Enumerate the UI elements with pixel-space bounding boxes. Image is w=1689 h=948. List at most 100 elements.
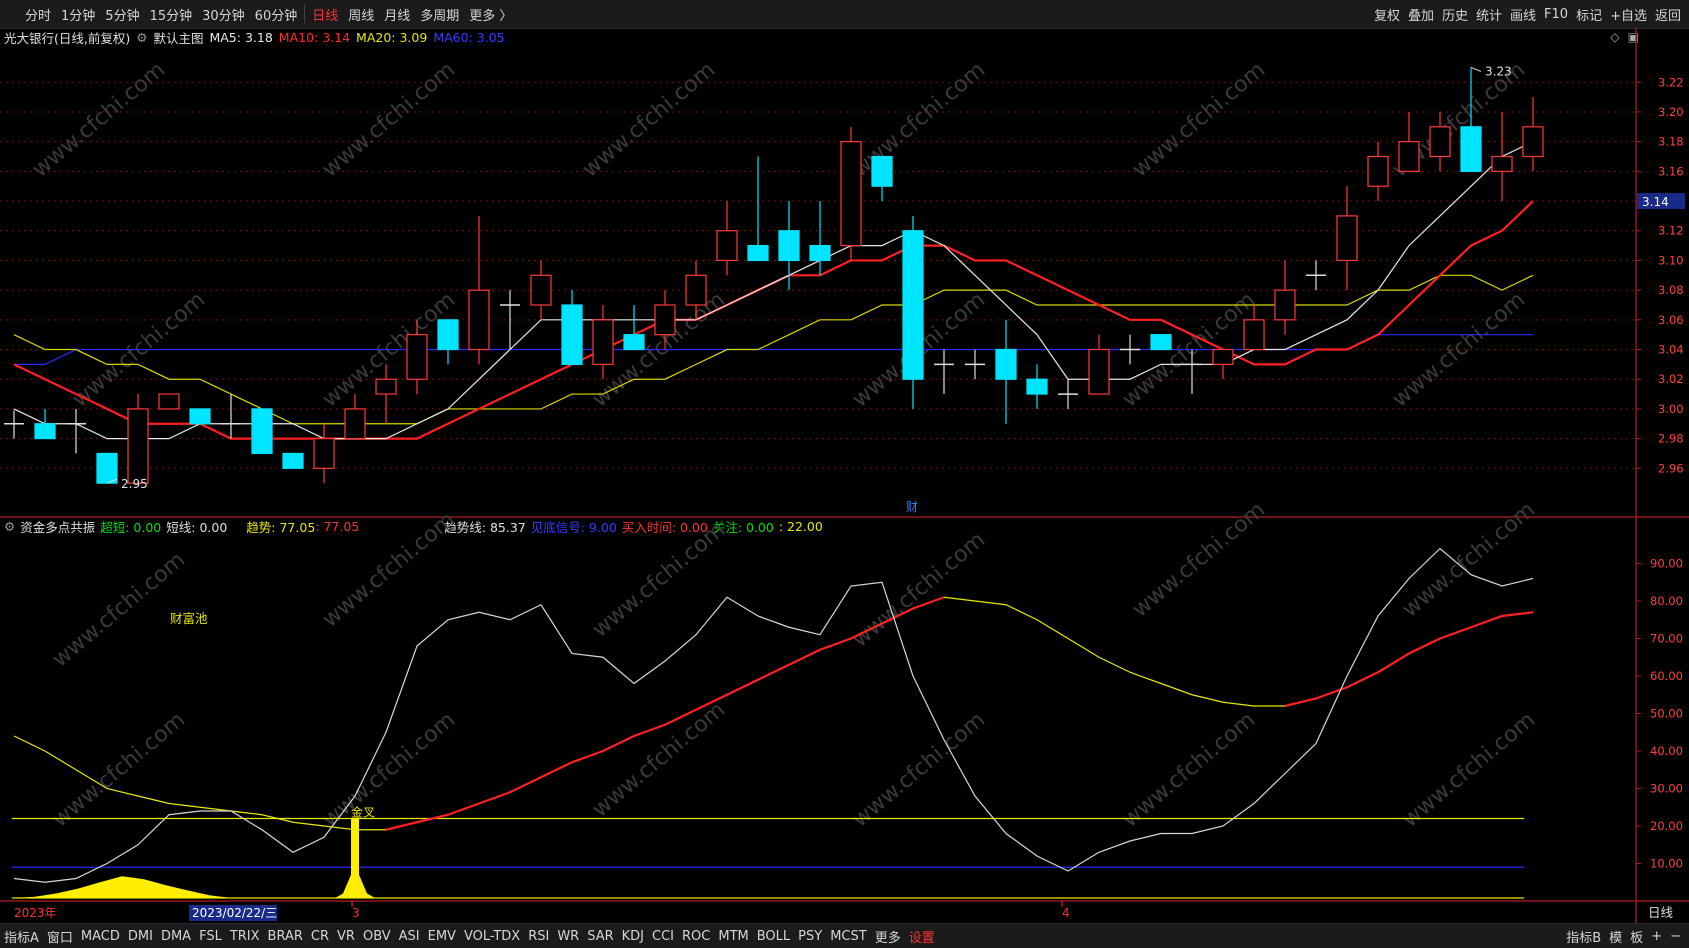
candle[interactable]: [96, 452, 118, 484]
indicator-tab[interactable]: EMV: [424, 929, 460, 944]
candle[interactable]: [902, 215, 924, 409]
candle[interactable]: [251, 408, 273, 455]
candle[interactable]: [561, 290, 583, 365]
period-tab[interactable]: 日线: [307, 5, 343, 24]
candle[interactable]: [965, 349, 985, 380]
candle-body: [1026, 378, 1048, 395]
toolbar-button[interactable]: 统计: [1472, 5, 1506, 24]
candle[interactable]: [1088, 334, 1110, 395]
bottom-button[interactable]: 指标B: [1562, 927, 1605, 946]
candle[interactable]: [1150, 334, 1172, 351]
period-tab[interactable]: 60分钟: [250, 5, 303, 24]
candle[interactable]: [1336, 186, 1358, 291]
candle[interactable]: [1120, 334, 1140, 365]
candle[interactable]: [530, 260, 552, 320]
candle[interactable]: [1058, 379, 1078, 409]
candle[interactable]: [158, 393, 180, 410]
candle[interactable]: [4, 410, 24, 439]
candle[interactable]: [716, 201, 738, 276]
candle[interactable]: [221, 394, 241, 439]
period-tab[interactable]: 月线: [379, 5, 415, 24]
chart-canvas[interactable]: www.cfchi.com www.cfchi.com www.cfchi.com w…: [0, 28, 1689, 923]
period-tab[interactable]: 分时: [20, 5, 56, 24]
indicator-tab[interactable]: ASI: [395, 929, 424, 944]
indicator-tab[interactable]: BRAR: [264, 929, 307, 944]
period-tab[interactable]: 更多 〉: [464, 5, 517, 24]
indicator-tab[interactable]: KDJ: [618, 929, 648, 944]
candle[interactable]: [623, 304, 645, 351]
ind-tick-label: 50.00: [1650, 707, 1683, 721]
candle[interactable]: [127, 394, 149, 484]
toolbar-button[interactable]: 标记: [1572, 5, 1606, 24]
toolbar-button[interactable]: 画线: [1506, 5, 1540, 24]
toolbar-button[interactable]: 返回: [1651, 5, 1685, 24]
candle[interactable]: [1274, 260, 1296, 335]
toolbar-button[interactable]: +自选: [1606, 5, 1651, 24]
period-tab[interactable]: 15分钟: [145, 5, 198, 24]
indicator-tab[interactable]: MACD: [77, 929, 124, 944]
indicator-tab[interactable]: RSI: [524, 929, 553, 944]
indicator-tab[interactable]: 更多: [871, 927, 905, 946]
toolbar-button[interactable]: 历史: [1438, 5, 1472, 24]
candle[interactable]: [1522, 97, 1544, 172]
candle[interactable]: [468, 215, 490, 365]
bottom-button[interactable]: 板: [1626, 927, 1647, 946]
candle[interactable]: [1367, 141, 1389, 202]
indicator-tab[interactable]: SAR: [583, 929, 617, 944]
indicator-tab[interactable]: MTM: [714, 929, 752, 944]
candle[interactable]: [934, 349, 954, 395]
period-tab[interactable]: 多周期: [415, 5, 464, 24]
indicator-tab[interactable]: OBV: [359, 929, 395, 944]
indicator-tab[interactable]: BOLL: [753, 929, 794, 944]
candle[interactable]: [1306, 260, 1326, 291]
bottom-button[interactable]: 模: [1605, 927, 1626, 946]
indicator-tab[interactable]: VOL-TDX: [460, 929, 524, 944]
period-tab[interactable]: 5分钟: [100, 5, 144, 24]
candle[interactable]: [189, 408, 211, 425]
candle-body: [282, 452, 304, 469]
indicator-tab[interactable]: WR: [553, 929, 583, 944]
candle[interactable]: [34, 408, 56, 440]
indicator-tab[interactable]: DMA: [157, 929, 195, 944]
toolbar-button[interactable]: F10: [1540, 7, 1572, 22]
candle-body: [375, 378, 397, 395]
candle[interactable]: [282, 452, 304, 469]
candle[interactable]: [1398, 111, 1420, 172]
candle[interactable]: [778, 201, 800, 291]
bottom-button[interactable]: −: [1666, 929, 1685, 944]
period-tab[interactable]: 30分钟: [197, 5, 250, 24]
candle[interactable]: [344, 394, 366, 440]
period-tab[interactable]: 1分钟: [56, 5, 100, 24]
indicator-tab[interactable]: 指标A: [0, 927, 43, 946]
toolbar-button[interactable]: 叠加: [1404, 5, 1438, 24]
candle-body: [127, 408, 149, 484]
candle[interactable]: [995, 319, 1017, 424]
candle[interactable]: [1026, 364, 1048, 409]
candle[interactable]: [66, 408, 86, 454]
indicator-tab[interactable]: 设置: [905, 927, 939, 946]
price-tick-label: 2.96: [1658, 461, 1684, 475]
indicator-tab[interactable]: MCST: [826, 929, 871, 944]
indicator-tab[interactable]: TRIX: [226, 929, 264, 944]
indicator-tab[interactable]: PSY: [794, 929, 826, 944]
candle[interactable]: [1212, 348, 1234, 380]
indicator-tab[interactable]: VR: [333, 929, 359, 944]
candle[interactable]: [871, 155, 893, 202]
candle[interactable]: [437, 319, 459, 365]
indicator-tab[interactable]: ROC: [678, 929, 714, 944]
x-label-month3: 3: [352, 906, 360, 920]
candle[interactable]: [1491, 111, 1513, 202]
indicator-tab[interactable]: 窗口: [43, 927, 77, 946]
indicator-tab[interactable]: CR: [307, 929, 333, 944]
watermark-text: www.cfchi.com: [1128, 497, 1270, 622]
indicator-tab[interactable]: DMI: [124, 929, 157, 944]
indicator-tab[interactable]: FSL: [195, 929, 226, 944]
candle[interactable]: [592, 304, 614, 380]
candle[interactable]: [840, 126, 862, 261]
candle[interactable]: [747, 156, 769, 262]
bottom-button[interactable]: +: [1647, 929, 1666, 944]
candle[interactable]: [313, 423, 335, 484]
period-tab[interactable]: 周线: [343, 5, 379, 24]
toolbar-button[interactable]: 复权: [1370, 5, 1404, 24]
indicator-tab[interactable]: CCI: [648, 929, 678, 944]
